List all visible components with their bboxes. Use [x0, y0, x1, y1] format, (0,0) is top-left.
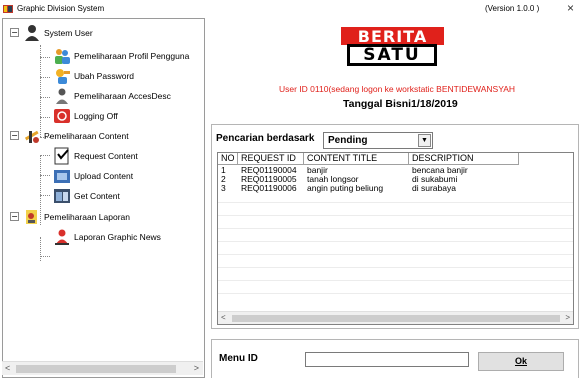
berita-satu-logo: BERITA SATU: [341, 27, 444, 68]
chevron-down-icon[interactable]: ▼: [418, 134, 431, 147]
tree-label: Laporan Graphic News: [74, 232, 161, 242]
cell-request-id: REQ01190005: [241, 175, 297, 184]
tree-item-profil-pengguna[interactable]: Pemeliharaan Profil Pengguna: [53, 46, 189, 66]
upload-icon: [54, 170, 70, 183]
tree-item-ubah-password[interactable]: Ubah Password: [53, 66, 134, 86]
cell-content-title: tanah longsor: [307, 175, 359, 184]
navigation-tree: − System User Pemeliharaan Profil Penggu…: [2, 18, 205, 378]
expander-content[interactable]: −: [10, 131, 19, 140]
version-label: (Version 1.0.0 ): [485, 4, 540, 13]
cell-no: 1: [221, 166, 226, 175]
scroll-thumb[interactable]: [16, 365, 176, 373]
logoff-icon: [54, 109, 70, 123]
access-icon: [56, 88, 68, 104]
tree-node-pemeliharaan-content[interactable]: Pemeliharaan Content: [23, 126, 129, 146]
cell-description: bencana banjir: [412, 166, 468, 175]
report-person-icon: [55, 229, 69, 245]
key-user-icon: [56, 69, 70, 84]
tree-label: Pemeliharaan Profil Pengguna: [74, 51, 190, 61]
list-horizontal-scrollbar[interactable]: < >: [218, 311, 573, 324]
grid-line: [218, 228, 573, 229]
scroll-left-icon[interactable]: <: [5, 363, 10, 373]
checklist-icon: [54, 147, 69, 165]
column-header[interactable]: REQUEST ID: [238, 153, 304, 165]
tree-label: System User: [44, 28, 93, 38]
column-header[interactable]: CONTENT TITLE: [304, 153, 409, 165]
user-id-line: User ID 0110(sedang logon ke workstatic …: [279, 84, 516, 94]
tree-label: Logging Off: [74, 111, 118, 121]
grid-line: [218, 215, 573, 216]
logo-bottom: SATU: [347, 44, 437, 66]
scroll-left-icon[interactable]: <: [221, 313, 226, 322]
business-date: Tanggal Bisni1/18/2019: [343, 98, 458, 110]
scroll-right-icon[interactable]: >: [194, 363, 199, 373]
tree-item-request-content[interactable]: Request Content: [53, 146, 138, 166]
tree-label: Ubah Password: [74, 71, 135, 81]
cell-description: di surabaya: [412, 184, 456, 193]
ok-button[interactable]: Ok: [478, 352, 564, 371]
tree-label: Pemeliharaan Content: [44, 131, 129, 141]
menu-id-input[interactable]: [305, 352, 469, 367]
get-content-icon: [54, 189, 70, 203]
tree-item-get-content[interactable]: Get Content: [53, 186, 120, 206]
scroll-right-icon[interactable]: >: [565, 313, 570, 322]
expander-laporan[interactable]: −: [10, 212, 19, 221]
app-icon: [3, 5, 13, 13]
table-row[interactable]: 2 REQ01190005 tanah longsor di sukabumi: [218, 175, 519, 184]
close-icon[interactable]: ×: [567, 1, 574, 15]
report-icon: [26, 210, 37, 224]
user-icon: [25, 25, 39, 41]
tree-label: Pemeliharaan AccesDesc: [74, 91, 171, 101]
tree-node-pemeliharaan-laporan[interactable]: Pemeliharaan Laporan: [23, 207, 130, 227]
scroll-thumb[interactable]: [232, 315, 560, 322]
cell-content-title: angin puting beliung: [307, 184, 384, 193]
users-group-icon: [55, 49, 70, 64]
menu-id-label: Menu ID: [219, 353, 258, 364]
column-header[interactable]: NO: [218, 153, 238, 165]
cell-no: 3: [221, 184, 226, 193]
table-row[interactable]: 1 REQ01190004 banjir bencana banjir: [218, 166, 519, 175]
grid-line: [218, 241, 573, 242]
tree-item-accesdesc[interactable]: Pemeliharaan AccesDesc: [53, 86, 171, 106]
tree-item-upload-content[interactable]: Upload Content: [53, 166, 133, 186]
tree-label: Pemeliharaan Laporan: [44, 212, 131, 222]
grid-line: [218, 267, 573, 268]
tree-label: Request Content: [74, 151, 138, 161]
tree-item-logging-off[interactable]: Logging Off: [53, 106, 118, 126]
select-value: Pending: [328, 135, 368, 146]
tree-label: Get Content: [74, 191, 120, 201]
cell-request-id: REQ01190006: [241, 184, 297, 193]
tree-node-system-user[interactable]: System User: [23, 23, 93, 43]
cell-description: di sukabumi: [412, 175, 458, 184]
cell-request-id: REQ01190004: [241, 166, 297, 175]
cell-no: 2: [221, 175, 226, 184]
tree-label: Upload Content: [74, 171, 134, 181]
tools-icon: [24, 130, 39, 143]
table-header: NO REQUEST ID CONTENT TITLE DESCRIPTION: [218, 153, 519, 165]
tree-item-laporan-graphic-news[interactable]: Laporan Graphic News: [53, 227, 161, 247]
logo-top: BERITA: [341, 27, 444, 46]
column-header[interactable]: DESCRIPTION: [409, 153, 519, 165]
title-bar: Graphic Division System (Version 1.0.0 )…: [0, 0, 585, 18]
grid-line: [218, 280, 573, 281]
table-row[interactable]: 3 REQ01190006 angin puting beliung di su…: [218, 184, 519, 193]
request-list[interactable]: NO REQUEST ID CONTENT TITLE DESCRIPTION …: [217, 152, 574, 325]
cell-content-title: banjir: [307, 166, 328, 175]
grid-line: [218, 254, 573, 255]
expander-system-user[interactable]: −: [10, 28, 19, 37]
grid-line: [218, 293, 573, 294]
window-title: Graphic Division System: [17, 4, 105, 13]
tree-horizontal-scrollbar[interactable]: < >: [2, 361, 203, 375]
search-label: Pencarian berdasark: [216, 133, 315, 144]
search-filter-select[interactable]: Pending ▼: [323, 132, 433, 149]
grid-line: [218, 202, 573, 203]
